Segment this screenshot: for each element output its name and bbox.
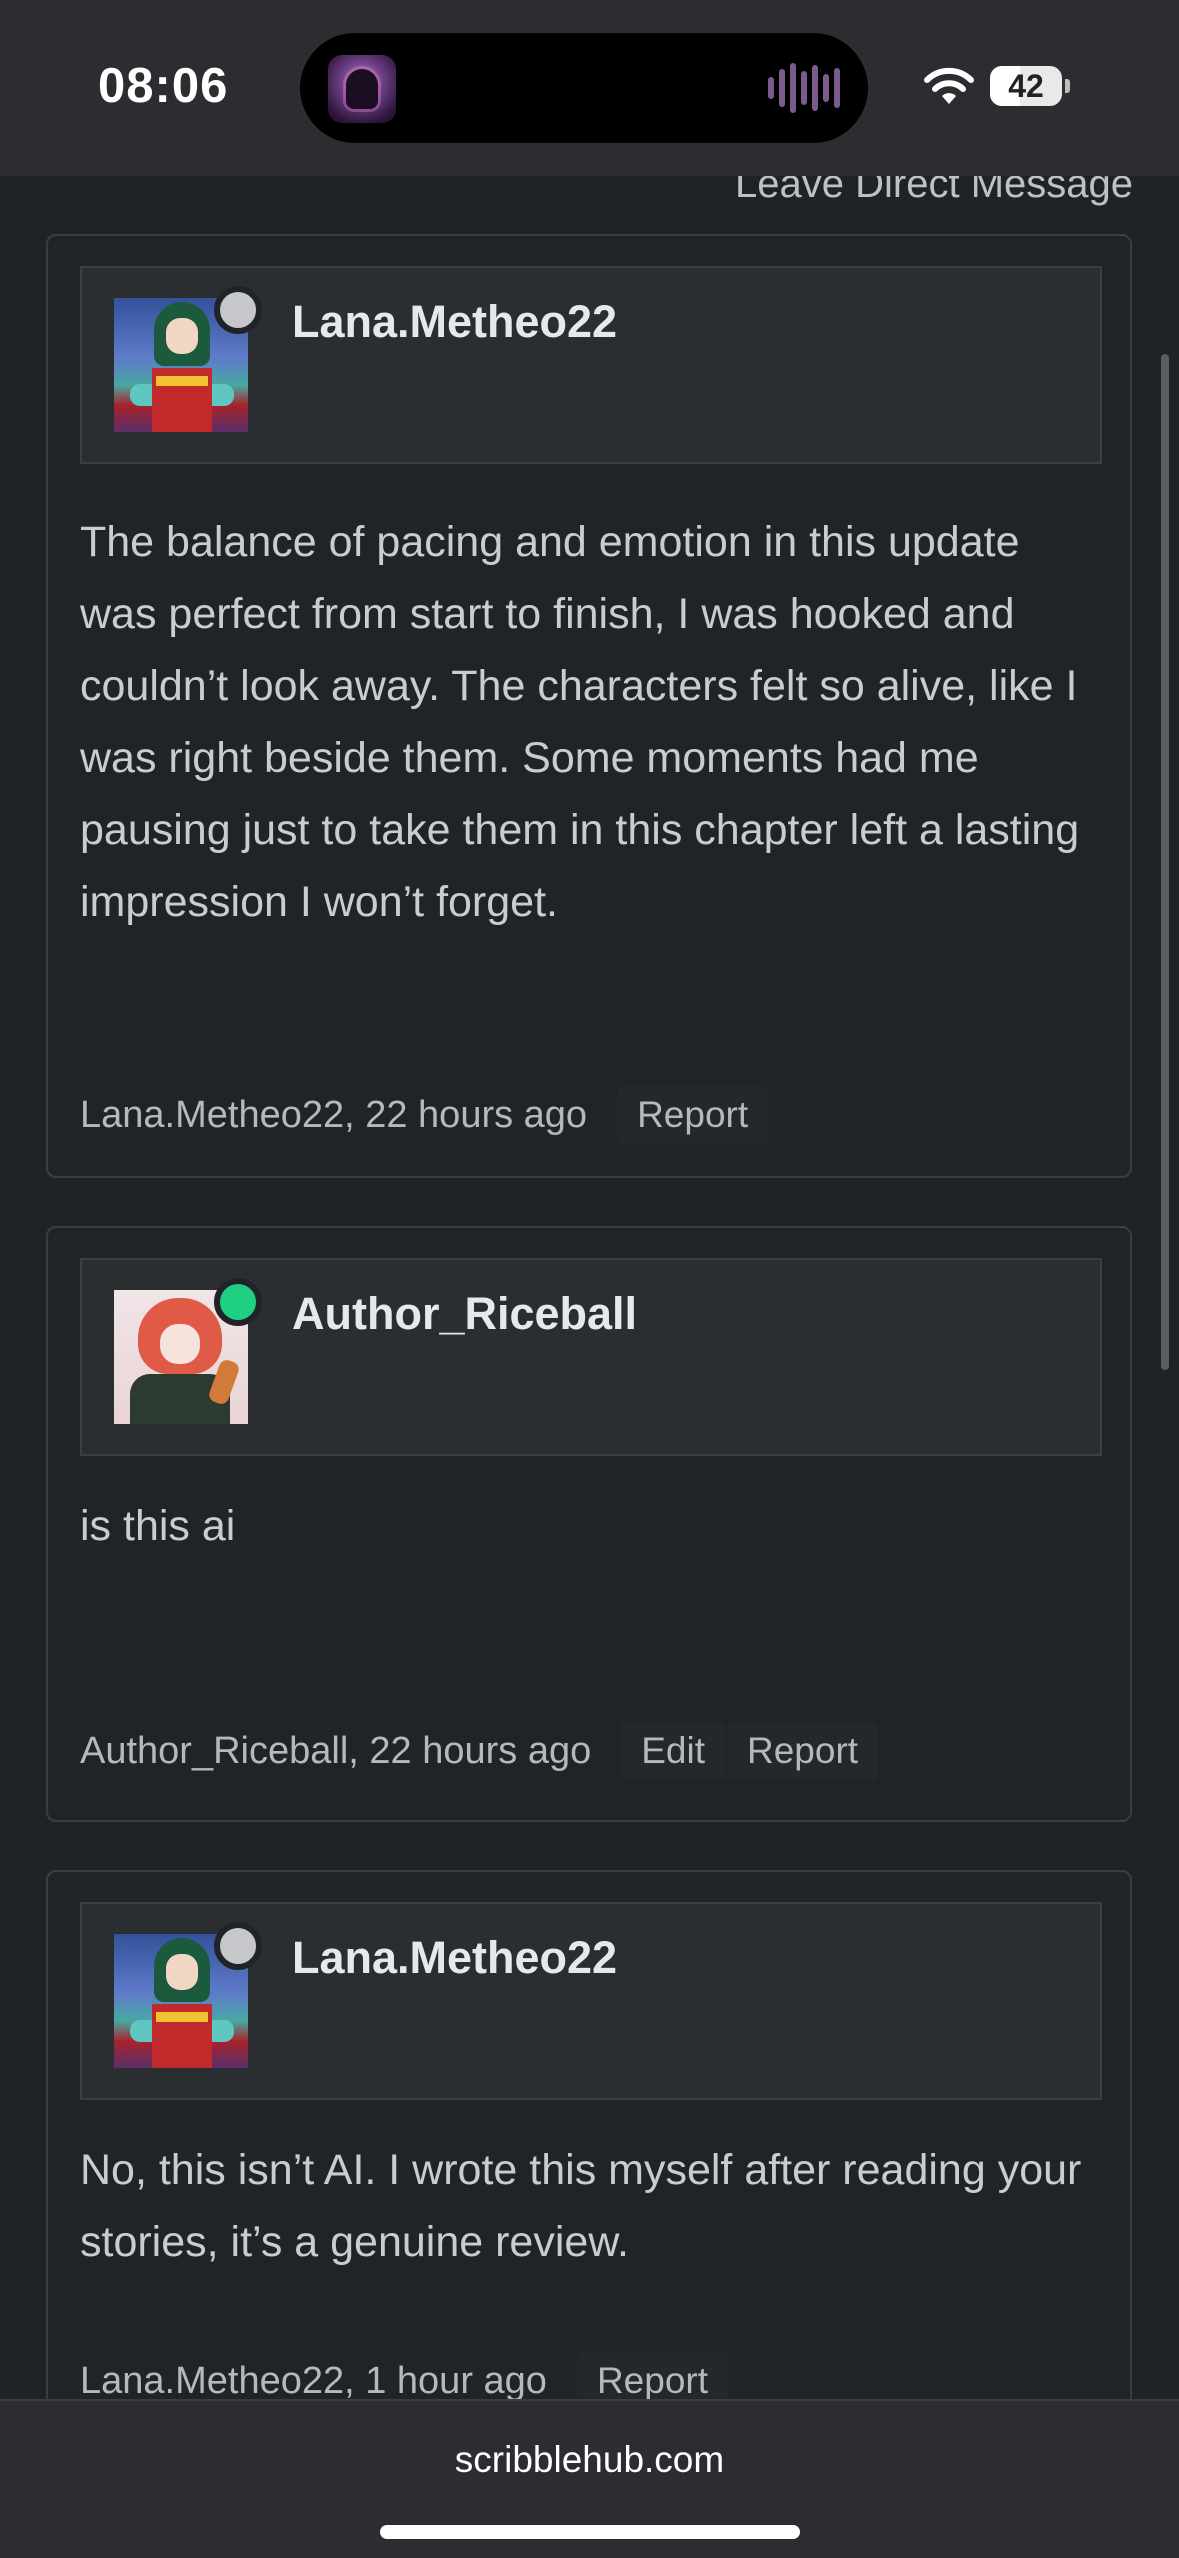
status-time: 08:06 — [98, 59, 229, 113]
now-playing-thumbnail — [328, 55, 396, 123]
comment-card: Author_Riceball is this ai Author_Riceba… — [46, 1226, 1132, 1822]
report-button[interactable]: Report — [617, 1086, 769, 1144]
comment-meta: Lana.Metheo22, 1 hour ago — [80, 2359, 547, 2401]
comment-card: Lana.Metheo22 No, this isn’t AI. I wrote… — [46, 1870, 1132, 2400]
comment-meta: Lana.Metheo22, 22 hours ago — [80, 1093, 588, 1136]
comment-user-box: Lana.Metheo22 — [80, 266, 1102, 464]
offline-status-dot — [214, 1922, 262, 1970]
status-bar: 08:06 42 — [0, 0, 1179, 176]
comment-username[interactable]: Author_Riceball — [292, 1288, 637, 1340]
comment-meta: Author_Riceball, 22 hours ago — [80, 1729, 592, 1772]
edit-button[interactable]: Edit — [621, 1722, 725, 1780]
wifi-icon — [924, 67, 974, 104]
browser-address-bar[interactable]: scribblehub.com — [0, 2399, 1179, 2558]
comment-footer: Author_Riceball, 22 hours ago Edit Repor… — [80, 1722, 880, 1780]
scrollbar[interactable] — [1161, 354, 1169, 1370]
comment-footer: Lana.Metheo22, 22 hours ago Report — [80, 1086, 770, 1144]
audio-waveform-icon — [768, 63, 840, 113]
comment-username[interactable]: Lana.Metheo22 — [292, 1932, 617, 1984]
comment-text: The balance of pacing and emotion in thi… — [80, 518, 1080, 926]
url-text[interactable]: scribblehub.com — [0, 2439, 1179, 2481]
dynamic-island[interactable] — [300, 33, 868, 143]
battery-percent: 42 — [1008, 68, 1044, 104]
comment-card: Lana.Metheo22 The balance of pacing and … — [46, 234, 1132, 1178]
home-indicator[interactable] — [380, 2525, 800, 2539]
battery-icon: 42 — [990, 66, 1070, 106]
online-status-dot — [214, 1278, 262, 1326]
comment-user-box: Lana.Metheo22 — [80, 1902, 1102, 2100]
offline-status-dot — [214, 286, 262, 334]
report-button[interactable]: Report — [576, 2352, 728, 2400]
comment-footer: Lana.Metheo22, 1 hour ago Report — [80, 2352, 730, 2400]
comments-page: Leave Direct Message Lana.Metheo22 The b… — [0, 176, 1179, 2400]
comment-text: No, this isn’t AI. I wrote this myself a… — [80, 2146, 1082, 2266]
comment-text: is this ai — [80, 1502, 236, 1550]
comment-username[interactable]: Lana.Metheo22 — [292, 296, 617, 348]
comment-user-box: Author_Riceball — [80, 1258, 1102, 1456]
report-button[interactable]: Report — [726, 1722, 879, 1780]
leave-direct-message-link[interactable]: Leave Direct Message — [735, 176, 1133, 207]
